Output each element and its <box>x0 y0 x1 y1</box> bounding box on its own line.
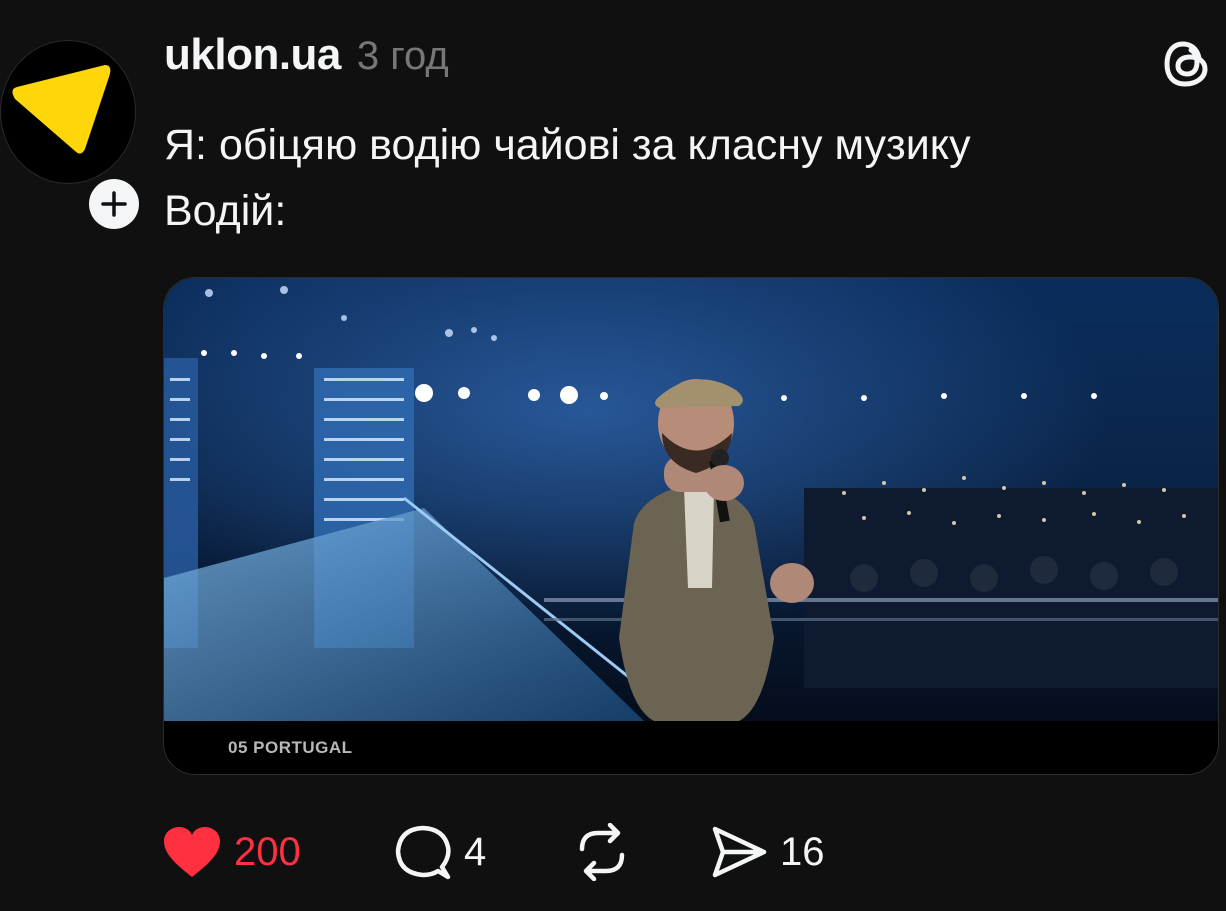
caption-line: Водій: <box>164 187 287 235</box>
post-actions: 200 4 16 <box>162 820 1062 884</box>
share-button[interactable]: 16 <box>710 820 825 884</box>
like-count: 200 <box>234 829 301 874</box>
heart-icon <box>164 827 220 877</box>
video-overlay-label: 05 PORTUGAL <box>228 738 353 757</box>
share-count: 16 <box>780 829 825 874</box>
like-button[interactable]: 200 <box>162 820 301 884</box>
repost-button[interactable] <box>572 820 632 884</box>
uklon-logo-icon <box>0 40 136 184</box>
post-header: uklon.ua 3 год <box>164 30 449 92</box>
comment-icon <box>395 825 451 880</box>
post-caption: Я: обіцяю водію чайові за класну музику … <box>164 112 1184 244</box>
repost-icon <box>579 823 625 881</box>
threads-post: uklon.ua 3 год Я: обіцяю водію чайові за… <box>0 0 1226 911</box>
comment-button[interactable]: 4 <box>394 820 486 884</box>
post-video[interactable]: 05 PORTUGAL <box>163 277 1219 775</box>
post-timestamp[interactable]: 3 год <box>357 34 449 79</box>
author-avatar[interactable] <box>0 40 142 232</box>
send-icon <box>712 826 767 878</box>
threads-logo-icon[interactable] <box>1162 36 1214 92</box>
plus-icon <box>101 191 127 217</box>
follow-button[interactable] <box>86 176 142 232</box>
comment-count: 4 <box>464 829 487 874</box>
author-username[interactable]: uklon.ua <box>164 30 341 80</box>
caption-line: Я: обіцяю водію чайові за класну музику <box>164 121 971 169</box>
